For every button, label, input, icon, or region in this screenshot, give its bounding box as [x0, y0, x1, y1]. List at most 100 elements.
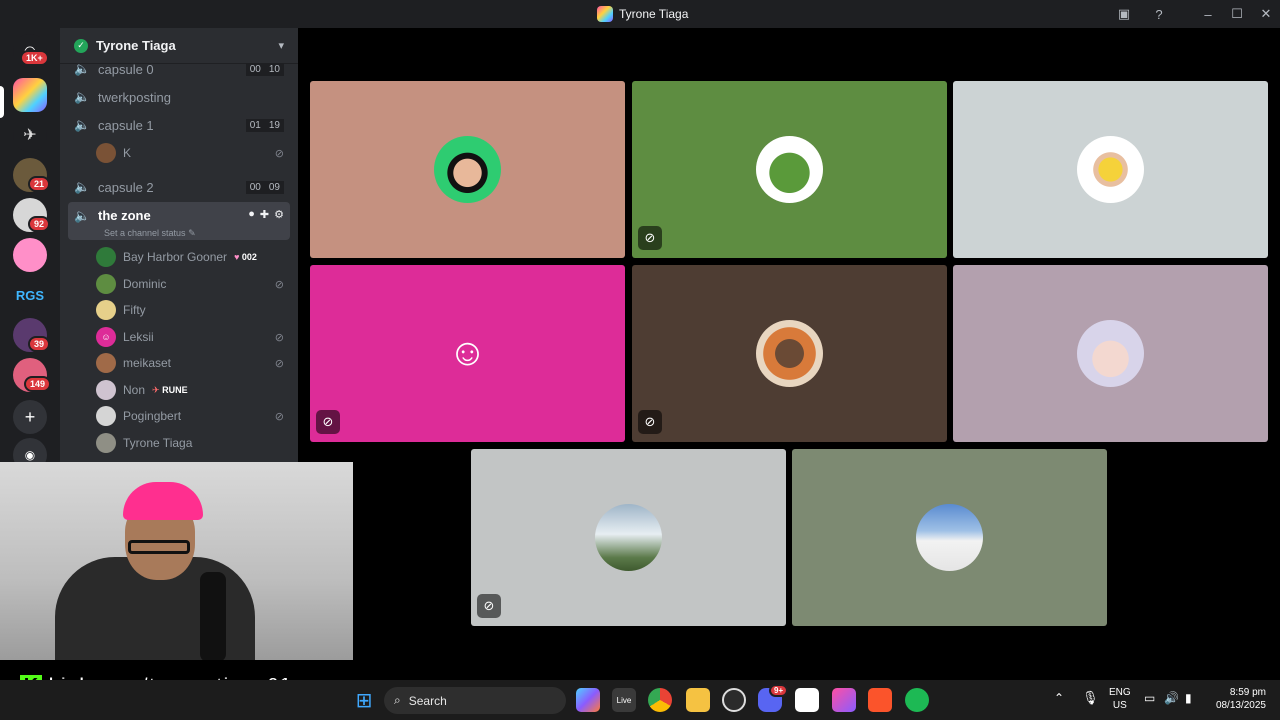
- deafened-icon: ⊘: [638, 226, 662, 250]
- voice-channel-the-zone[interactable]: 🔈 the zone ● ✚ ⚙ Set a channel status ✎: [68, 202, 290, 240]
- voice-channel-twerkposting[interactable]: 🔈 twerkposting: [68, 84, 290, 110]
- member-name: Non: [123, 383, 146, 397]
- server-badge-1: 21: [28, 176, 51, 192]
- count-current: 01: [245, 118, 265, 132]
- server-rgs[interactable]: RGS: [13, 278, 47, 312]
- member-name: Dominic: [123, 277, 167, 291]
- inbox-icon[interactable]: ▣: [1114, 4, 1134, 24]
- start-menu-icon[interactable]: ⊞: [352, 688, 376, 712]
- invite-icon[interactable]: ✚: [260, 208, 269, 221]
- maximize-button[interactable]: ☐: [1227, 4, 1247, 24]
- voice-member[interactable]: Non ✈ RUNE: [96, 378, 290, 402]
- deafened-icon: ⊘: [274, 147, 284, 160]
- roblox-icon[interactable]: [795, 688, 819, 712]
- webcam-overlay: [0, 462, 353, 660]
- channel-name: capsule 2: [98, 179, 154, 195]
- chevron-down-icon[interactable]: ▾: [278, 39, 284, 52]
- chevron-up-icon[interactable]: ⌃: [1054, 692, 1064, 705]
- live-app-icon[interactable]: Live: [612, 688, 636, 712]
- participant-avatar: [916, 504, 983, 571]
- minimize-button[interactable]: –: [1198, 4, 1218, 24]
- window-title: Tyrone Tiaga: [597, 5, 688, 23]
- language-indicator[interactable]: ENG US: [1109, 686, 1131, 712]
- voice-member[interactable]: Pogingbert ⊘: [96, 404, 290, 428]
- voice-tile[interactable]: ⊘: [632, 81, 947, 258]
- member-name: Pogingbert: [123, 409, 182, 423]
- voice-member[interactable]: meikaset ⊘: [96, 351, 290, 375]
- chrome-icon[interactable]: [648, 688, 672, 712]
- webcam-microphone: [200, 572, 226, 660]
- voice-member[interactable]: Fifty: [96, 298, 290, 322]
- channel-name: twerkposting: [98, 89, 171, 105]
- clock[interactable]: 8:59 pm 08/13/2025: [1210, 686, 1266, 712]
- member-name: meikaset: [123, 356, 172, 370]
- member-name: Tyrone Tiaga: [123, 436, 193, 450]
- voice-tile[interactable]: [953, 265, 1268, 442]
- avatar: [96, 274, 116, 294]
- app-icon[interactable]: [832, 688, 856, 712]
- voice-tile[interactable]: [953, 81, 1268, 258]
- voice-tile[interactable]: ⊘: [632, 265, 947, 442]
- member-tag: ✈ RUNE: [152, 385, 188, 396]
- pin-icon: ✈: [152, 384, 160, 395]
- deafened-icon: ⊘: [316, 410, 340, 434]
- network-icon[interactable]: ▭: [1144, 692, 1155, 705]
- voice-tile[interactable]: ⊘: [471, 449, 786, 626]
- settings-gear-icon[interactable]: ⚙: [274, 208, 284, 221]
- avatar: [96, 300, 116, 320]
- voice-tile[interactable]: ☺ ⊘: [310, 265, 625, 442]
- deafened-icon: ⊘: [274, 278, 284, 291]
- avatar: [96, 380, 116, 400]
- channel-user-count: 00 09: [245, 180, 284, 194]
- file-explorer-icon[interactable]: [686, 688, 710, 712]
- server-badge-2: 92: [28, 216, 51, 232]
- server-5[interactable]: [13, 238, 47, 272]
- obs-icon[interactable]: [722, 688, 746, 712]
- webcam-glasses: [128, 540, 190, 554]
- server-wings[interactable]: ✈: [13, 118, 47, 152]
- close-button[interactable]: ✕: [1256, 4, 1276, 24]
- member-name: K: [123, 146, 132, 160]
- voice-tile[interactable]: [792, 449, 1107, 626]
- spotify-icon[interactable]: [905, 688, 929, 712]
- voice-channel-capsule-1[interactable]: 🔈 capsule 1 01 19: [68, 112, 290, 138]
- voice-member[interactable]: Dominic ⊘: [96, 272, 290, 296]
- taskbar-search[interactable]: ⌕ Search: [384, 687, 566, 714]
- count-limit: 19: [264, 118, 284, 132]
- selected-indicator: [0, 86, 4, 118]
- voice-member[interactable]: Tyrone Tiaga: [96, 431, 290, 455]
- channel-status[interactable]: Set a channel status ✎: [104, 228, 196, 239]
- volume-icon[interactable]: 🔊: [1164, 692, 1179, 705]
- server-list: ☺ 1K+ ✈ 21 92 RGS 39 149 + ◉: [0, 28, 60, 472]
- voice-channel-capsule-0[interactable]: 🔈 capsule 0 00 10: [68, 56, 290, 82]
- discord-avatar-icon: ☺: [96, 327, 116, 347]
- help-icon[interactable]: ?: [1149, 4, 1169, 24]
- webcam-beanie: [123, 482, 203, 520]
- battery-icon[interactable]: ▮: [1185, 692, 1192, 705]
- server-tyrone-tiaga[interactable]: [13, 78, 47, 112]
- channel-name: the zone: [98, 208, 151, 223]
- voice-member[interactable]: K ⊘: [96, 141, 290, 165]
- channel-user-count: 01 19: [245, 118, 284, 132]
- time-label: 8:59 pm: [1229, 687, 1266, 698]
- window-title-text: Tyrone Tiaga: [619, 7, 689, 21]
- add-server-icon[interactable]: +: [13, 400, 47, 434]
- participant-avatar: [756, 320, 823, 387]
- avatar: [96, 353, 116, 373]
- member-name: Bay Harbor Gooner: [123, 250, 228, 264]
- server-badge-4: 149: [24, 376, 52, 392]
- voice-member[interactable]: ☺ Leksii ⊘: [96, 325, 290, 349]
- voice-tile[interactable]: [310, 81, 625, 258]
- channel-name: capsule 0: [98, 61, 154, 77]
- voice-channel-capsule-2[interactable]: 🔈 capsule 2 00 09: [68, 174, 290, 200]
- copilot-icon[interactable]: [576, 688, 600, 712]
- brave-icon[interactable]: [868, 688, 892, 712]
- deafened-icon: ⊘: [274, 357, 284, 370]
- deafened-icon: ⊘: [274, 331, 284, 344]
- chat-icon[interactable]: ●: [248, 208, 255, 221]
- count-limit: 09: [264, 180, 284, 194]
- pencil-icon: ✎: [188, 228, 196, 238]
- microphone-icon[interactable]: 🎙: [1082, 691, 1099, 704]
- voice-member[interactable]: Bay Harbor Gooner ♥ 002: [96, 245, 290, 269]
- heart-icon: ♥: [234, 252, 240, 262]
